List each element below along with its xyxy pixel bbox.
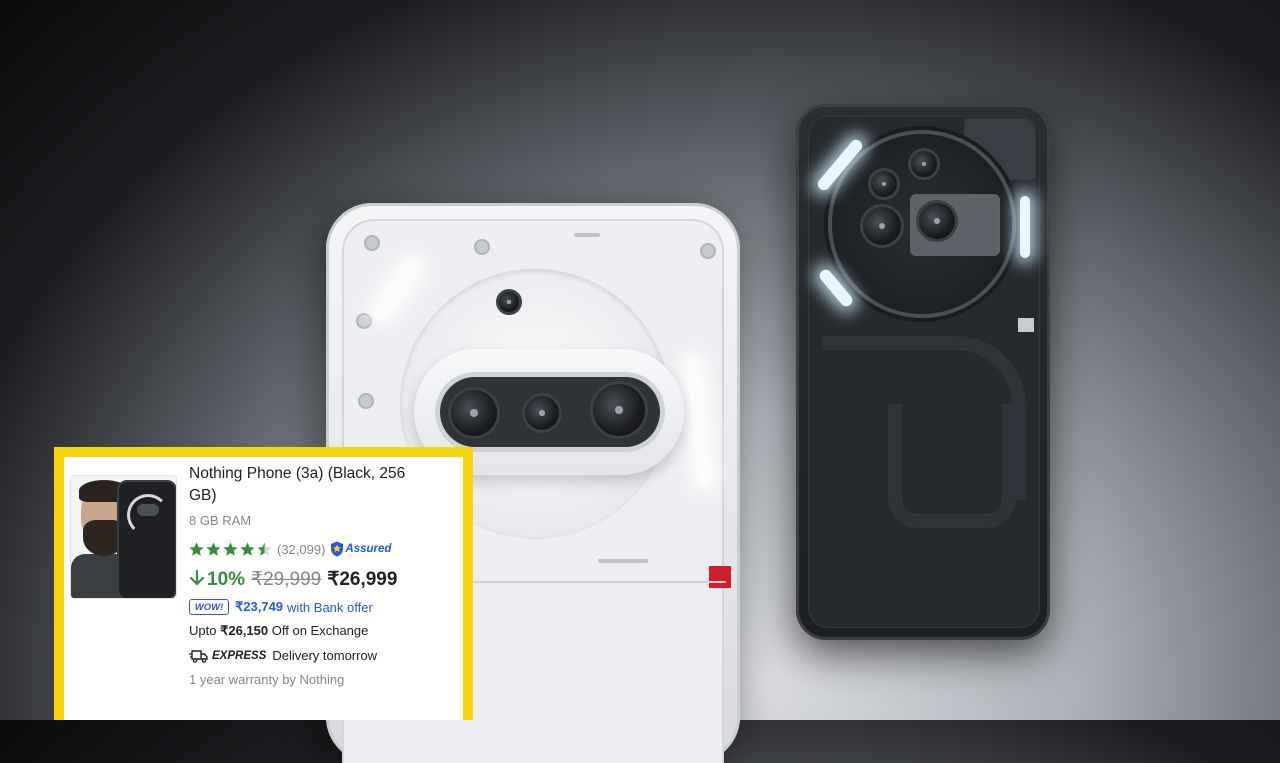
warranty-info: 1 year warranty by Nothing — [189, 672, 345, 687]
product-card[interactable]: Nothing Phone (3a) (Black, 256 GB) 8 GB … — [64, 457, 463, 720]
exchange-offer: Upto ₹26,150 Off on Exchange — [189, 623, 368, 639]
delivery-text: Delivery tomorrow — [272, 648, 378, 663]
discount: 10% — [189, 567, 245, 591]
star-rating — [188, 541, 273, 558]
exchange-prefix: Upto — [189, 623, 217, 638]
express-label: EXPRESS — [212, 649, 267, 662]
star-icon — [188, 541, 205, 558]
half-star-icon — [256, 541, 273, 558]
black-phone-image — [796, 104, 1050, 640]
mrp-price: ₹29,999 — [251, 569, 322, 590]
product-thumbnail[interactable] — [70, 475, 177, 599]
truck-icon — [189, 649, 208, 663]
wow-badge-icon: WOW! — [189, 599, 229, 615]
assured-label: Assured — [345, 543, 392, 555]
star-icon — [205, 541, 222, 558]
review-count[interactable]: (32,099) — [277, 542, 325, 557]
star-icon — [239, 541, 256, 558]
delivery-info: EXPRESS Delivery tomorrow — [189, 648, 377, 663]
exchange-value: ₹26,150 — [220, 623, 269, 638]
background-photo: Nothing Phone (3a) (Black, 256 GB) 8 GB … — [0, 0, 1280, 763]
rating-row: (32,099) Assured — [188, 539, 391, 559]
bank-offer[interactable]: WOW! ₹23,749 with Bank offer — [189, 599, 373, 615]
bank-offer-price: ₹23,749 — [235, 599, 284, 614]
bank-offer-text: with Bank offer — [287, 599, 373, 615]
selling-price: ₹26,999 — [327, 569, 398, 590]
star-icon — [222, 541, 239, 558]
price-row: 10% ₹29,999 ₹26,999 — [189, 567, 397, 591]
discount-percent: 10% — [207, 569, 246, 590]
ram-spec: 8 GB RAM — [189, 513, 252, 528]
assured-badge: Assured — [330, 541, 391, 557]
product-card-frame: Nothing Phone (3a) (Black, 256 GB) 8 GB … — [54, 447, 473, 720]
assured-shield-icon — [331, 541, 344, 557]
exchange-suffix: Off on Exchange — [271, 623, 369, 638]
arrow-down-icon — [189, 569, 205, 586]
product-title[interactable]: Nothing Phone (3a) (Black, 256 GB) — [189, 463, 409, 507]
